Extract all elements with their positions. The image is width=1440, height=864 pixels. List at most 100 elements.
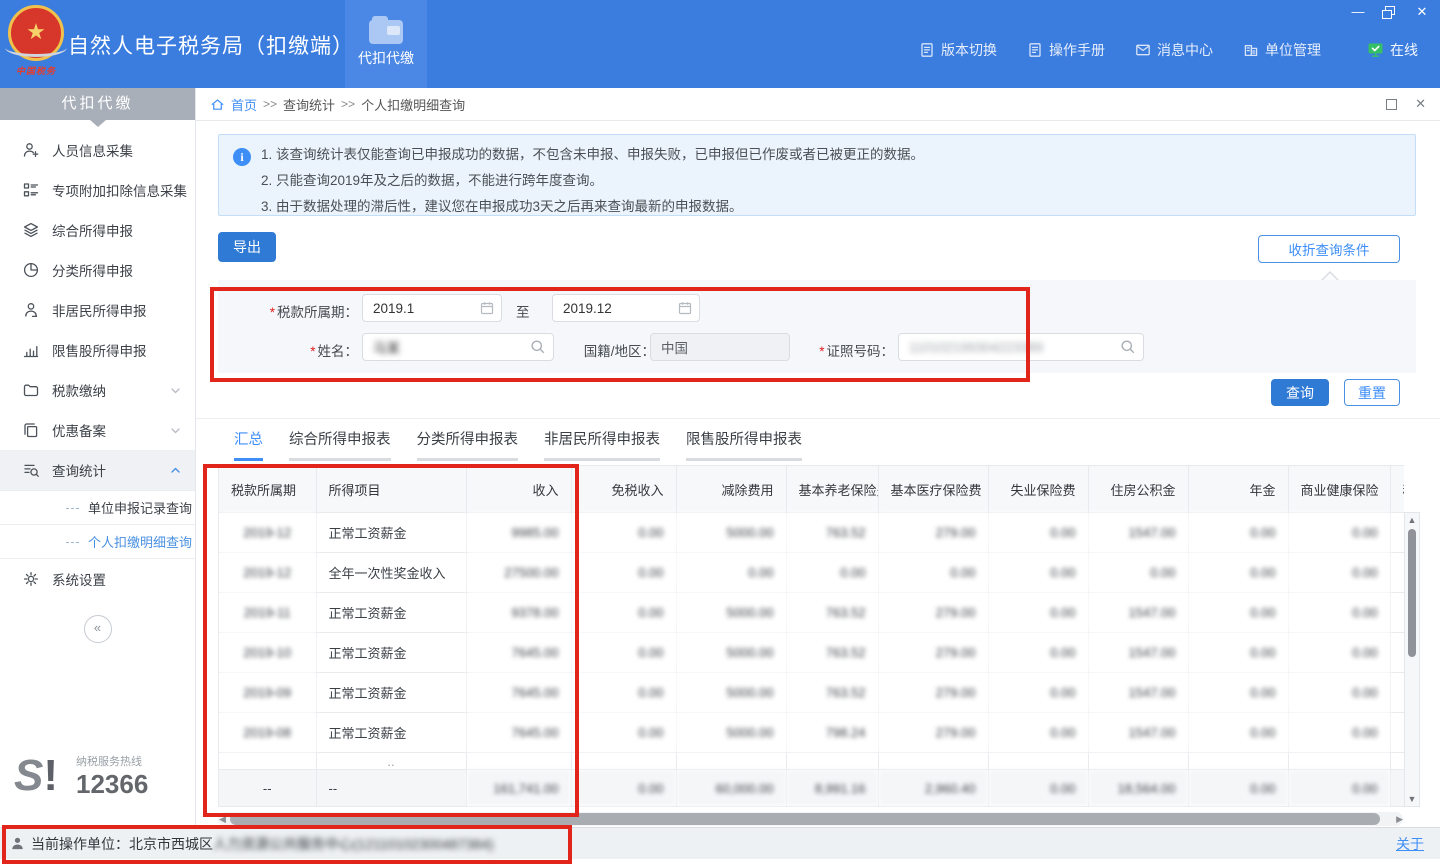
table-cell: 7645.00 <box>466 633 571 673</box>
sidebar-item-7[interactable]: 优惠备案 <box>0 410 195 450</box>
name-input[interactable]: 马某 <box>362 333 554 361</box>
tab-0[interactable]: 汇总 <box>234 428 263 461</box>
table-cell: 0.00 <box>988 513 1088 553</box>
table-cell: 5000.00 <box>676 633 786 673</box>
table-cell <box>1088 753 1188 770</box>
table-row: 2019-12正常工资薪金9985.000.005000.00763.52279… <box>219 513 1404 553</box>
tab-1[interactable]: 综合所得申报表 <box>289 428 391 461</box>
hotline-number: 12366 <box>76 769 148 800</box>
table-cell: 0.00 <box>786 553 878 593</box>
sidebar-item-0[interactable]: 人员信息采集 <box>0 130 195 170</box>
table-cell: 0.00 <box>1188 713 1288 753</box>
top-menu-item-4[interactable]: 在线 <box>1367 40 1418 60</box>
about-link[interactable]: 关于 <box>1396 834 1424 854</box>
home-icon <box>210 97 225 112</box>
calendar-icon[interactable] <box>480 301 494 315</box>
scroll-left-icon[interactable]: ◀ <box>219 813 226 825</box>
nationality-input: 中国 <box>650 333 790 361</box>
tab-maximize-icon[interactable] <box>1386 99 1397 110</box>
table-row: 2019-09正常工资薪金7645.000.005000.00763.52279… <box>219 673 1404 713</box>
wallet-icon <box>369 16 403 44</box>
period-from-input[interactable]: 2019.1 <box>362 294 502 322</box>
table-cell: 60,000.00 <box>676 770 786 807</box>
table-cell: .. <box>316 753 466 770</box>
top-menu-item-1[interactable]: 操作手册 <box>1027 40 1105 60</box>
table-cell: 0.00 <box>571 633 676 673</box>
reset-button[interactable]: 重置 <box>1344 379 1400 406</box>
top-menu-item-3[interactable]: 单位管理 <box>1243 40 1321 60</box>
tab-4[interactable]: 限售股所得申报表 <box>686 428 802 461</box>
person-icon <box>22 301 40 319</box>
sidebar-item-6[interactable]: 税款缴纳 <box>0 370 195 410</box>
restore-button[interactable] <box>1382 6 1398 19</box>
sidebar-subitem-1[interactable]: 个人扣缴明细查询 <box>0 524 195 559</box>
search-icon[interactable] <box>1120 339 1136 355</box>
table-cell: 0.00 <box>676 553 786 593</box>
table-cell: 279.00 <box>878 713 988 753</box>
table-cell: 763.52 <box>786 513 878 553</box>
name-value-redacted: 马某 <box>373 337 400 357</box>
tab-close-icon[interactable]: ✕ <box>1415 98 1426 110</box>
id-number-input[interactable]: 110102199304223389 <box>898 333 1144 361</box>
table-cell <box>1288 753 1390 770</box>
column-header: 商业健康保险 <box>1288 466 1390 513</box>
table-cell: 0.00 <box>988 633 1088 673</box>
column-header: 所得项目 <box>316 466 466 513</box>
scroll-right-icon[interactable]: ▶ <box>1396 813 1403 825</box>
nav-tab-withholding[interactable]: 代扣代缴 <box>345 0 427 88</box>
tab-3[interactable]: 非居民所得申报表 <box>544 428 660 461</box>
table-row: 2019-08正常工资薪金7645.000.005000.00798.24279… <box>219 713 1404 753</box>
person-icon <box>10 836 25 851</box>
table-cell: 1547.00 <box>1088 713 1188 753</box>
collapse-query-button[interactable]: 收折查询条件 <box>1258 235 1400 263</box>
sidebar-item-1[interactable]: 专项附加扣除信息采集 <box>0 170 195 210</box>
export-button[interactable]: 导出 <box>218 232 276 262</box>
sidebar-collapse-button[interactable]: « <box>84 615 112 643</box>
bar-chart-icon <box>22 341 40 359</box>
chevron-down-icon <box>170 385 181 396</box>
table-cell <box>1390 553 1404 593</box>
minimize-button[interactable]: — <box>1350 4 1366 20</box>
online-icon <box>1367 42 1384 58</box>
column-header: 住房公积金 <box>1088 466 1188 513</box>
notice-line-2: 2. 只能查询2019年及之后的数据，不能进行跨年度查询。 <box>261 168 1415 194</box>
scroll-down-icon[interactable]: ▼ <box>1405 794 1419 804</box>
sidebar-item-9[interactable]: 系统设置 <box>0 559 195 599</box>
breadcrumb-home[interactable]: 首页 <box>231 95 257 114</box>
vertical-scrollbar[interactable]: ▲ ▼ <box>1404 512 1420 807</box>
table-row: 2019-12全年一次性奖金收入27500.000.000.000.000.00… <box>219 553 1404 593</box>
query-button[interactable]: 查询 <box>1271 379 1329 406</box>
top-menu-item-2[interactable]: 消息中心 <box>1135 40 1213 60</box>
form-list-icon <box>22 181 40 199</box>
sidebar-item-5[interactable]: 限售股所得申报 <box>0 330 195 370</box>
tab-window-controls: ✕ <box>1386 98 1426 110</box>
sidebar-header-notch <box>90 120 106 127</box>
tab-2[interactable]: 分类所得申报表 <box>417 428 519 461</box>
table-cell: 27500.00 <box>466 553 571 593</box>
table-cell: 161,741.00 <box>466 770 571 807</box>
layers-icon <box>22 221 40 239</box>
china-tax-emblem-logo: ★ 中国税务 <box>8 5 64 83</box>
horizontal-scrollbar[interactable]: ◀ ▶ <box>218 812 1403 826</box>
sidebar-subitem-0[interactable]: 单位申报记录查询 <box>0 490 195 524</box>
calendar-icon[interactable] <box>678 301 692 315</box>
top-menu-item-0[interactable]: 版本切换 <box>919 40 997 60</box>
table-cell: 7645.00 <box>466 673 571 713</box>
scroll-up-icon[interactable]: ▲ <box>1405 515 1419 525</box>
sidebar-item-8[interactable]: 查询统计 <box>0 450 195 490</box>
table-cell: 8,991.16 <box>786 770 878 807</box>
period-to-input[interactable]: 2019.12 <box>552 294 700 322</box>
table-cell: 0.00 <box>1288 673 1390 713</box>
vertical-scroll-thumb[interactable] <box>1408 529 1416 657</box>
close-button[interactable]: ✕ <box>1414 4 1430 20</box>
sidebar-item-3[interactable]: 分类所得申报 <box>0 250 195 290</box>
sidebar-item-2[interactable]: 综合所得申报 <box>0 210 195 250</box>
sidebar-item-4[interactable]: 非居民所得申报 <box>0 290 195 330</box>
horizontal-scroll-thumb[interactable] <box>230 813 1380 825</box>
gear-icon <box>22 570 40 588</box>
result-table-wrap: 税款所属期所得项目收入免税收入减除费用基本养老保险费基本医疗保险费失业保险费住房… <box>218 465 1404 807</box>
main-content: 首页 >> 查询统计 >> 个人扣缴明细查询 ✕ i 1. 该查询统计表仅能查询… <box>196 88 1440 827</box>
sidebar: 代扣代缴 人员信息采集专项附加扣除信息采集综合所得申报分类所得申报非居民所得申报… <box>0 88 196 827</box>
search-icon[interactable] <box>530 339 546 355</box>
table-cell: 2019-12 <box>219 513 316 553</box>
